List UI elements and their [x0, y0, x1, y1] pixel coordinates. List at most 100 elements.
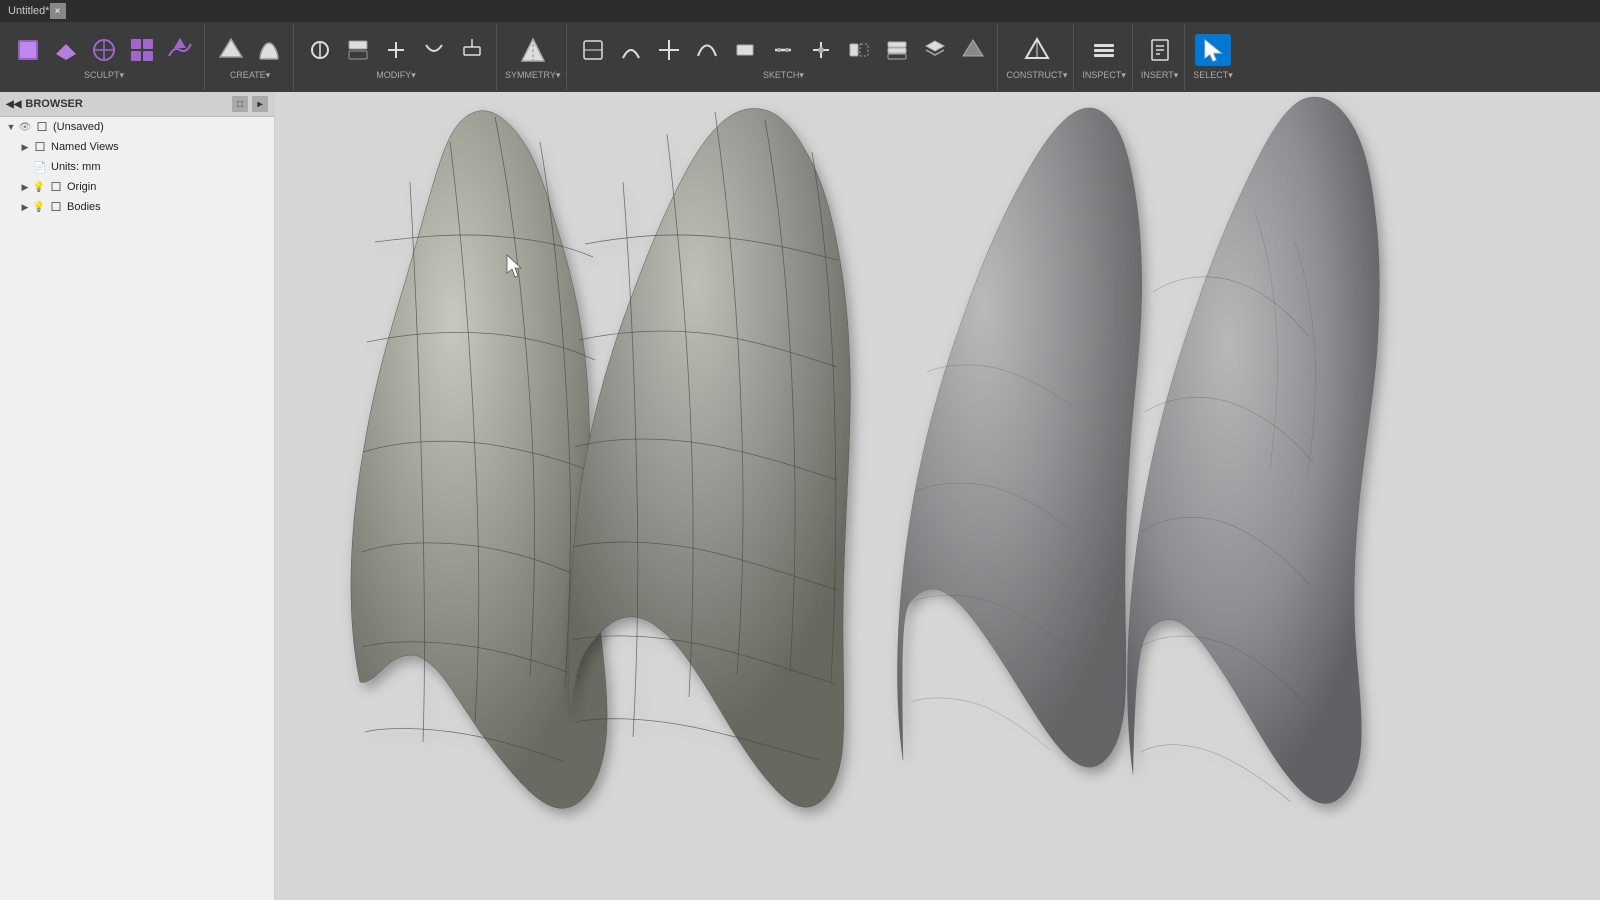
sketch-btn9[interactable]: [879, 34, 915, 66]
modify-btn2[interactable]: [340, 34, 376, 66]
construct-icon: [1023, 36, 1051, 64]
modify-btn4[interactable]: [416, 34, 452, 66]
sketch-btn11[interactable]: [955, 34, 991, 66]
sketch-stack-icon: [921, 36, 949, 64]
viewport[interactable]: [275, 92, 1600, 900]
sculpt-box-icon: [14, 36, 42, 64]
sketch-btn2[interactable]: [613, 34, 649, 66]
sculpt-edit-icon: [90, 36, 118, 64]
symmetry-label[interactable]: SYMMETRY▾: [505, 70, 560, 81]
create-btn1[interactable]: [213, 34, 249, 66]
sculpt-box-button[interactable]: [10, 34, 46, 66]
browser-panel: ◀◀ BROWSER □ ▸ ▼ 👁 ☐ (Unsaved) ▶ ☐ Named…: [0, 92, 275, 900]
sketch-arc-icon: [617, 36, 645, 64]
create-label[interactable]: CREATE▾: [230, 70, 270, 81]
sketch-curve-icon: [693, 36, 721, 64]
select-icon: [1199, 36, 1227, 64]
modify-btn5[interactable]: [454, 34, 490, 66]
create-icon2: [255, 36, 283, 64]
origin-expand[interactable]: ▶: [18, 180, 32, 194]
inspect-btn[interactable]: [1086, 34, 1122, 66]
sculpt-grid-icon: [128, 36, 156, 64]
origin-eye-icon[interactable]: 💡: [32, 180, 46, 194]
browser-title: BROWSER: [25, 98, 82, 110]
browser-expand-btn[interactable]: □: [232, 96, 248, 112]
named-views-label: Named Views: [51, 141, 119, 153]
sculpt-wave-button[interactable]: [162, 34, 198, 66]
bodies-label: Bodies: [67, 201, 101, 213]
create-btn2[interactable]: [251, 34, 287, 66]
named-views-expand[interactable]: ▶: [18, 140, 32, 154]
named-views-folder-icon: ☐: [32, 139, 48, 155]
modify-group: MODIFY▾: [296, 24, 497, 90]
sketch-mirror-icon: [845, 36, 873, 64]
bodies-eye-icon[interactable]: 💡: [32, 200, 46, 214]
sculpt-plane-button[interactable]: [48, 34, 84, 66]
sketch-btn4[interactable]: [689, 34, 725, 66]
inspect-label[interactable]: INSPECT▾: [1082, 70, 1126, 81]
sketch-btn6[interactable]: [765, 34, 801, 66]
named-views-item[interactable]: ▶ ☐ Named Views: [0, 137, 274, 157]
sculpt-edit-button[interactable]: [86, 34, 122, 66]
modify-icon2: [344, 36, 372, 64]
insert-label[interactable]: INSERT▾: [1141, 70, 1178, 81]
sketch-btn1[interactable]: [575, 34, 611, 66]
construct-label[interactable]: CONSTRUCT▾: [1006, 70, 1067, 81]
sketch-btn7[interactable]: [803, 34, 839, 66]
browser-root-item[interactable]: ▼ 👁 ☐ (Unsaved): [0, 117, 274, 137]
create-group: CREATE▾: [207, 24, 294, 90]
units-doc-icon: 📄: [32, 159, 48, 175]
sketch-rect-icon: [731, 36, 759, 64]
select-group: SELECT▾: [1187, 24, 1239, 90]
bodies-folder-icon: ☐: [48, 199, 64, 215]
browser-header: ◀◀ BROWSER □ ▸: [0, 92, 274, 117]
sculpt-group: SCULPT▾: [4, 24, 205, 90]
symmetry-icon: [519, 36, 547, 64]
create-icon1: [217, 36, 245, 64]
insert-btn[interactable]: [1142, 34, 1178, 66]
browser-collapse-icon[interactable]: ◀◀: [6, 99, 21, 110]
sculpt-label[interactable]: SCULPT▾: [84, 70, 124, 81]
sketch-shape-icon: [959, 36, 987, 64]
sculpt-grid-button[interactable]: [124, 34, 160, 66]
select-label[interactable]: SELECT▾: [1193, 70, 1233, 81]
origin-item[interactable]: ▶ 💡 ☐ Origin: [0, 177, 274, 197]
select-btn[interactable]: [1195, 34, 1231, 66]
modify-icon4: [420, 36, 448, 64]
symmetry-btn[interactable]: [515, 34, 551, 66]
inspect-group: INSPECT▾: [1076, 24, 1133, 90]
toolbar: SCULPT▾ CREATE▾: [0, 22, 1600, 92]
root-eye-icon[interactable]: 👁: [18, 120, 32, 134]
origin-label: Origin: [67, 181, 96, 193]
browser-settings-btn[interactable]: ▸: [252, 96, 268, 112]
sketch-btn3[interactable]: [651, 34, 687, 66]
inspect-icon: [1090, 36, 1118, 64]
sketch-group: SKETCH▾: [569, 24, 998, 90]
modify-btn3[interactable]: [378, 34, 414, 66]
modify-icon1: [306, 36, 334, 64]
bodies-expand[interactable]: ▶: [18, 200, 32, 214]
construct-group: CONSTRUCT▾: [1000, 24, 1074, 90]
sketch-btn10[interactable]: [917, 34, 953, 66]
symmetry-group: SYMMETRY▾: [499, 24, 567, 90]
construct-btn[interactable]: [1019, 34, 1055, 66]
insert-icon: [1146, 36, 1174, 64]
sketch-btn8[interactable]: [841, 34, 877, 66]
origin-folder-icon: ☐: [48, 179, 64, 195]
sketch-layers-icon: [883, 36, 911, 64]
modify-btn1[interactable]: [302, 34, 338, 66]
close-button[interactable]: ×: [50, 3, 66, 19]
title-bar: Untitled* ×: [0, 0, 1600, 22]
insert-group: INSERT▾: [1135, 24, 1185, 90]
root-expand-arrow[interactable]: ▼: [4, 120, 18, 134]
root-label: (Unsaved): [53, 121, 104, 133]
sketch-create-icon: [579, 36, 607, 64]
sketch-minus-icon: [769, 36, 797, 64]
sketch-label[interactable]: SKETCH▾: [763, 70, 804, 81]
root-folder-icon: ☐: [34, 119, 50, 135]
sketch-cross-icon: [655, 36, 683, 64]
sketch-btn5[interactable]: [727, 34, 763, 66]
modify-label[interactable]: MODIFY▾: [376, 70, 416, 81]
units-item[interactable]: ▶ 📄 Units: mm: [0, 157, 274, 177]
bodies-item[interactable]: ▶ 💡 ☐ Bodies: [0, 197, 274, 217]
